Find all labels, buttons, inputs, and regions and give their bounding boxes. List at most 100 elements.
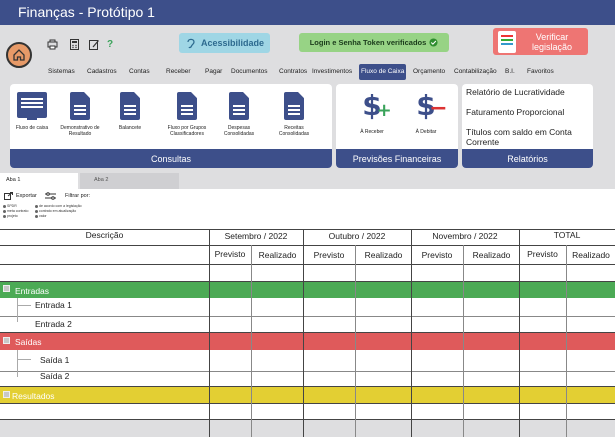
verify-legislation-button[interactable]: Verificar legislação xyxy=(493,28,588,55)
menu-item-favoritos[interactable]: Favoritos xyxy=(527,64,554,80)
receitas-consolidadas-label: Receitas Consolidadas xyxy=(278,125,310,137)
fluxo-de-caixa-button[interactable]: Fluxo de caixa xyxy=(10,92,54,152)
export-icon xyxy=(4,192,13,200)
previsto-header: Previsto xyxy=(313,250,345,260)
table-footer xyxy=(0,419,615,437)
tree-connector xyxy=(17,360,31,377)
section-band-resultados xyxy=(0,387,615,403)
actions-bar: Exportar Filtrar por: SPDR de acordo com… xyxy=(0,189,615,229)
main-menu: Sistemas Cadastros Contas Receber Pagar … xyxy=(0,64,615,80)
dollar-minus-icon: $ − xyxy=(416,89,448,122)
collapse-toggle-saidas[interactable] xyxy=(3,337,10,344)
home-icon xyxy=(13,49,25,61)
menu-item-sistemas[interactable]: Sistemas xyxy=(48,64,75,80)
tree-connector xyxy=(17,306,31,322)
realizado-header: Realizado xyxy=(258,250,297,260)
collapse-toggle-entradas[interactable] xyxy=(3,285,10,292)
total-header: TOTAL xyxy=(553,230,581,240)
relatorios-title: Relatórios xyxy=(462,149,593,168)
menu-item-fluxo-de-caixa[interactable]: Fluxo de Caixa xyxy=(359,64,407,80)
menu-item-contratos[interactable]: Contratos xyxy=(279,64,307,80)
legend-item[interactable]: valor xyxy=(35,214,47,218)
demonstrativo-resultado-button[interactable]: Demonstrativo de Resultado xyxy=(58,92,102,152)
despesas-consolidadas-label: Despesas Consolidadas xyxy=(223,125,255,137)
consultas-title: Consultas xyxy=(10,149,332,168)
previsoes-title: Previsões Financeiras xyxy=(336,149,458,168)
menu-item-orcamento[interactable]: Orçamento xyxy=(413,64,445,80)
document-icon xyxy=(177,92,197,120)
filter-button[interactable]: Filtrar por: xyxy=(45,192,90,200)
row-label-saida-2: Saída 2 xyxy=(40,371,70,381)
section-band-saidas xyxy=(0,333,615,350)
login-status-button[interactable]: Login e Senha Token verificados xyxy=(299,33,449,52)
dollar-plus-icon: $ + xyxy=(362,89,392,122)
tab-bar: Aba 1 Aba 2 xyxy=(0,173,615,189)
realizado-header: Realizado xyxy=(364,250,403,260)
app-window: Finanças - Protótipo 1 ? Acessibilidade … xyxy=(0,0,615,437)
row-label-entrada-1: Entrada 1 xyxy=(35,300,72,310)
demonstrativo-resultado-label: Demonstrativo de Resultado xyxy=(60,125,100,137)
row-label-entrada-2: Entrada 2 xyxy=(35,319,72,329)
balancete-button[interactable]: Balancete xyxy=(108,92,152,152)
document-icon xyxy=(70,92,90,120)
section-label-saidas: Saídas xyxy=(15,337,42,347)
receitas-consolidadas-button[interactable]: Receitas Consolidadas xyxy=(272,92,316,152)
monitor-icon xyxy=(17,92,47,120)
accessibility-button[interactable]: Acessibilidade xyxy=(179,33,270,53)
login-status-label: Login e Senha Token verificados xyxy=(309,38,427,47)
faturamento-proporcional-link[interactable]: Faturamento Proporcional xyxy=(466,107,564,117)
help-icon[interactable]: ? xyxy=(104,38,116,50)
titulos-saldo-link[interactable]: Títulos com saldo em Conta Corrente xyxy=(466,127,591,147)
relatorios-panel: Relatório de Lucratividade Faturamento P… xyxy=(462,84,593,168)
section-label-entradas: Entradas xyxy=(15,286,50,296)
legend-item[interactable]: projeto xyxy=(3,214,18,218)
menu-item-investimentos[interactable]: Investimentos xyxy=(312,64,352,80)
export-button[interactable]: Exportar xyxy=(4,192,37,200)
description-header: Descrição xyxy=(85,230,124,240)
app-title: Finanças - Protótipo 1 xyxy=(0,0,615,25)
document-icon xyxy=(284,92,304,120)
a-receber-label: À Receber xyxy=(360,129,384,135)
tree-connector xyxy=(17,350,31,360)
document-icon xyxy=(120,92,140,120)
balancete-label: Balancete xyxy=(118,125,142,131)
despesas-consolidadas-button[interactable]: Despesas Consolidadas xyxy=(217,92,261,152)
menu-item-contas[interactable]: Contas xyxy=(129,64,150,80)
month-header: Novembro / 2022 xyxy=(432,231,498,241)
previsto-header: Previsto xyxy=(214,249,246,259)
check-circle-icon xyxy=(429,38,438,47)
print-icon[interactable] xyxy=(46,38,58,50)
document-icon xyxy=(229,92,249,120)
calculator-icon[interactable] xyxy=(68,38,80,50)
legend-item[interactable]: contrato em atualização xyxy=(35,209,76,213)
previsto-header: Previsto xyxy=(527,249,558,259)
menu-item-bi[interactable]: B.I. xyxy=(505,64,515,80)
checklist-icon xyxy=(498,30,516,53)
edit-icon[interactable] xyxy=(88,38,100,50)
a-debitar-label: À Debitar xyxy=(415,129,437,135)
menu-item-contabilizacao[interactable]: Contabilização xyxy=(454,64,497,80)
legend-item[interactable]: meta contrato xyxy=(3,209,28,213)
row-label-saida-1: Saída 1 xyxy=(40,355,70,365)
collapse-toggle-resultados[interactable] xyxy=(3,391,10,398)
fluxo-grupos-button[interactable]: Fluxo por Grupos Classificadores xyxy=(162,92,212,152)
relatorio-lucratividade-link[interactable]: Relatório de Lucratividade xyxy=(466,87,565,97)
a-debitar-button[interactable]: $ − À Debitar xyxy=(404,92,448,152)
legend-item[interactable]: de acordo com a legislação xyxy=(35,204,82,208)
menu-item-pagar[interactable]: Pagar xyxy=(205,64,222,80)
consultas-panel: Fluxo de caixa Demonstrativo de Resultad… xyxy=(10,84,332,168)
previsto-header: Previsto xyxy=(421,250,453,260)
legend-item[interactable]: SPDR xyxy=(3,204,17,208)
tree-connector xyxy=(17,298,31,306)
fluxo-de-caixa-label: Fluxo de caixa xyxy=(15,125,49,131)
menu-item-cadastros[interactable]: Cadastros xyxy=(87,64,117,80)
tab-aba-2[interactable]: Aba 2 xyxy=(80,173,179,189)
realizado-header: Realizado xyxy=(572,250,610,260)
fluxo-grupos-label: Fluxo por Grupos Classificadores xyxy=(167,125,207,137)
tab-aba-1[interactable]: Aba 1 xyxy=(0,173,78,189)
menu-item-documentos[interactable]: Documentos xyxy=(231,64,268,80)
a-receber-button[interactable]: $ + À Receber xyxy=(350,92,394,152)
menu-item-receber[interactable]: Receber xyxy=(166,64,191,80)
verify-legislation-label: Verificar legislação xyxy=(531,31,573,52)
previsoes-panel: $ + À Receber $ − À Debitar Previsões Fina… xyxy=(336,84,458,168)
